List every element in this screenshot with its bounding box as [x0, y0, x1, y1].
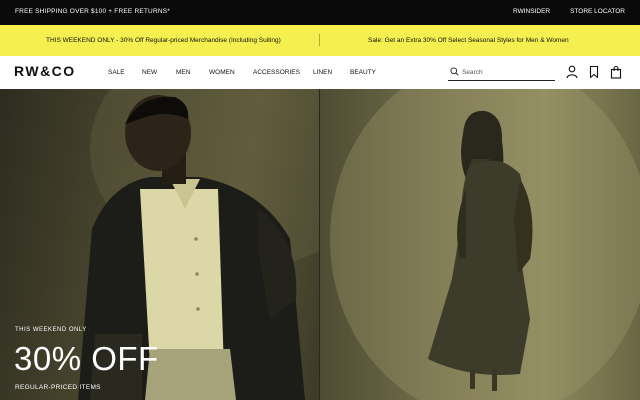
account-icon[interactable]	[566, 65, 578, 79]
promo-banner: THIS WEEKEND ONLY - 30% Off Regular-pric…	[0, 25, 640, 56]
search-icon	[450, 67, 459, 76]
store-locator-link[interactable]: STORE LOCATOR	[570, 8, 625, 15]
category-menu: SALE NEW MEN WOMEN ACCESSORIES LINEN BEA…	[108, 69, 376, 76]
hero-women-image[interactable]	[320, 89, 640, 400]
promo-weekend-link[interactable]: THIS WEEKEND ONLY - 30% Off Regular-pric…	[46, 37, 281, 44]
women-model-illustration	[330, 89, 640, 400]
menu-item-sale[interactable]: SALE	[108, 69, 142, 76]
menu-item-new[interactable]: NEW	[142, 69, 176, 76]
menu-item-accessories[interactable]: ACCESSORIES	[253, 69, 313, 76]
menu-item-linen[interactable]: LINEN	[313, 69, 350, 76]
top-utility-bar: FREE SHIPPING OVER $100 + FREE RETURNS* …	[0, 0, 640, 25]
menu-item-beauty[interactable]: BEAUTY	[350, 69, 376, 76]
promo-sale-link[interactable]: Sale: Get an Extra 30% Off Select Season…	[368, 37, 569, 44]
shopping-bag-icon[interactable]	[610, 65, 622, 79]
utility-links: RWINSIDER STORE LOCATOR	[513, 8, 625, 15]
logo[interactable]: RW&CO	[14, 63, 76, 79]
bookmark-icon[interactable]	[588, 65, 600, 79]
menu-item-men[interactable]: MEN	[176, 69, 209, 76]
search-box[interactable]	[448, 64, 555, 81]
menu-item-women[interactable]: WOMEN	[209, 69, 253, 76]
hero-divider	[319, 89, 320, 400]
rwinsider-link[interactable]: RWINSIDER	[513, 8, 550, 15]
main-nav: RW&CO SALE NEW MEN WOMEN ACCESSORIES LIN…	[0, 56, 640, 89]
shipping-message: FREE SHIPPING OVER $100 + FREE RETURNS*	[15, 8, 170, 15]
hero-eyebrow: THIS WEEKEND ONLY	[15, 327, 87, 333]
search-input[interactable]	[462, 66, 552, 78]
hero-headline[interactable]: 30% OFF	[14, 340, 159, 378]
promo-divider	[319, 34, 320, 46]
hero-subtext: REGULAR-PRICED ITEMS	[15, 384, 101, 391]
